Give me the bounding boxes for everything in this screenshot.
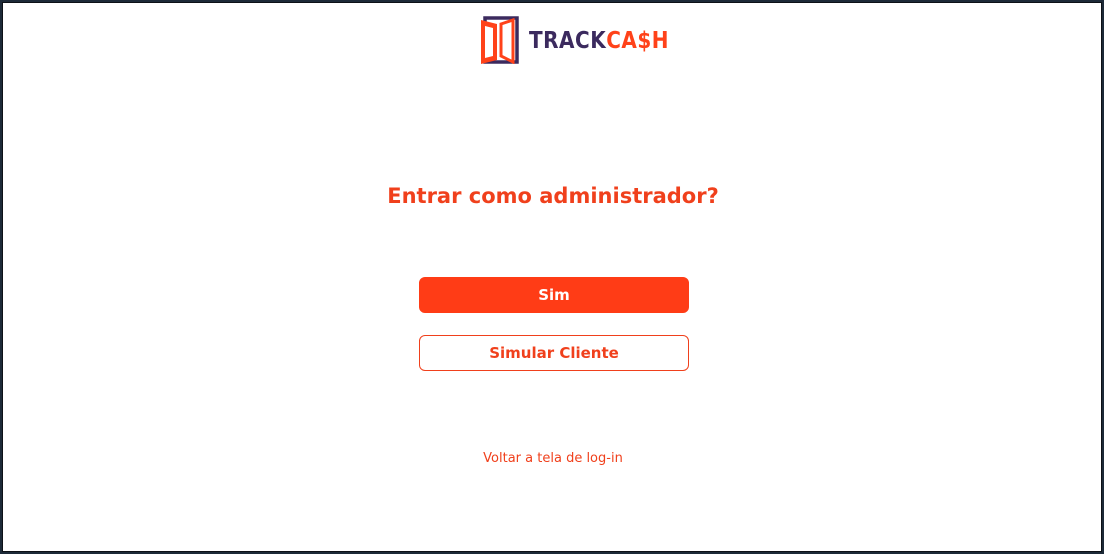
back-to-login-link[interactable]: Voltar a tela de log-in [3,451,1103,466]
brand-name: TRACK CA$H [529,26,669,54]
open-door-logo-icon [479,16,521,64]
confirm-admin-button[interactable]: Sim [419,277,689,313]
brand-name-cash: CA$H [606,26,670,54]
app-window: TRACK CA$H Entrar como administrador? Si… [2,2,1102,552]
dialog-title: Entrar como administrador? [387,184,719,208]
trackcash-logo: TRACK CA$H [479,15,669,65]
simulate-client-button[interactable]: Simular Cliente [419,335,689,371]
brand-name-track: TRACK [529,26,607,54]
